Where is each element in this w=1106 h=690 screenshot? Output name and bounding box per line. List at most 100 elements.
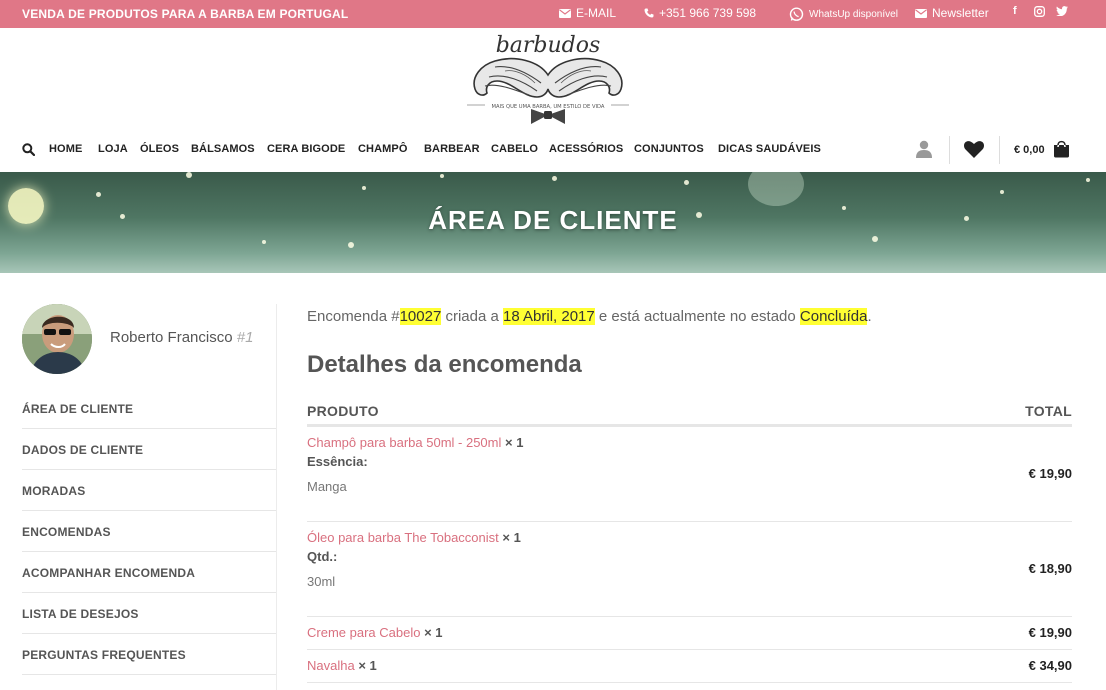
product-qty: × 1 bbox=[505, 435, 524, 450]
search-icon[interactable] bbox=[22, 143, 36, 161]
email-label: E-MAIL bbox=[576, 6, 617, 20]
product-total: € 19,90 bbox=[1028, 466, 1072, 481]
product-option-label: Qtd.: bbox=[307, 549, 338, 564]
sidebar-item-encomendas[interactable]: ENCOMENDAS bbox=[22, 511, 276, 552]
banner-dot bbox=[362, 186, 366, 190]
table-row: Navalha × 1 € 34,90 bbox=[307, 650, 1072, 683]
order-prefix: Encomenda # bbox=[307, 308, 400, 325]
instagram-icon[interactable] bbox=[1034, 6, 1045, 20]
tagline: VENDA DE PRODUTOS PARA A BARBA EM PORTUG… bbox=[22, 7, 349, 21]
product-link[interactable]: Creme para Cabelo bbox=[307, 625, 420, 640]
product-link[interactable]: Navalha bbox=[307, 658, 355, 673]
twitter-icon[interactable] bbox=[1056, 6, 1068, 19]
sidebar-item-area-cliente[interactable]: ÁREA DE CLIENTE bbox=[22, 388, 276, 429]
sidebar-item-acompanhar-encomenda[interactable]: ACOMPANHAR ENCOMENDA bbox=[22, 552, 276, 593]
banner-dot bbox=[96, 192, 101, 197]
nav-divider bbox=[999, 136, 1000, 164]
product-row: Champô para barba 50ml - 250ml × 1 bbox=[307, 435, 523, 450]
banner-dot bbox=[552, 176, 557, 181]
product-total: € 19,90 bbox=[1028, 625, 1072, 640]
product-qty: × 1 bbox=[502, 530, 521, 545]
page-banner: ÁREA DE CLIENTE bbox=[0, 172, 1106, 273]
phone-number: +351 966 739 598 bbox=[659, 6, 757, 20]
product-option-value: 30ml bbox=[307, 574, 336, 589]
user-display-name: Roberto Francisco bbox=[110, 329, 233, 346]
logo-slogan: MAIS QUE UMA BARBA, UM ESTILO DE VIDA bbox=[492, 104, 605, 110]
sidebar-item-dados-cliente[interactable]: DADOS DE CLIENTE bbox=[22, 429, 276, 470]
banner-dot bbox=[348, 242, 354, 248]
order-details-heading: Detalhes da encomenda bbox=[307, 351, 582, 378]
nav-item-conjuntos[interactable]: CONJUNTOS bbox=[634, 143, 704, 155]
user-name: Roberto Francisco #1 bbox=[110, 329, 253, 346]
main-nav: HOME LOJA ÓLEOS BÁLSAMOS CERA BIGODE CHA… bbox=[0, 128, 1106, 172]
logo-wordmark: barbudos bbox=[496, 33, 601, 58]
whatsapp-label: WhatsUp disponível bbox=[809, 9, 898, 20]
envelope-icon bbox=[915, 8, 927, 18]
banner-dot bbox=[440, 174, 444, 178]
product-total: € 18,90 bbox=[1028, 561, 1072, 576]
nav-divider bbox=[949, 136, 950, 164]
sidebar-divider bbox=[276, 304, 277, 690]
product-qty: × 1 bbox=[424, 625, 443, 640]
page-title: ÁREA DE CLIENTE bbox=[428, 205, 678, 235]
sidebar-item-perguntas-frequentes[interactable]: PERGUNTAS FREQUENTES bbox=[22, 634, 276, 675]
order-status: Concluída bbox=[799, 308, 868, 325]
order-status-text: e está actualmente no estado bbox=[594, 308, 800, 325]
banner-dot bbox=[262, 240, 266, 244]
account-sidebar: ÁREA DE CLIENTE DADOS DE CLIENTE MORADAS… bbox=[22, 388, 276, 675]
product-option-label: Essência: bbox=[307, 454, 368, 469]
nav-item-dicas-saudaveis[interactable]: DICAS SAUDÁVEIS bbox=[718, 143, 821, 155]
order-suffix: . bbox=[867, 308, 872, 325]
account-icon[interactable] bbox=[916, 140, 932, 163]
nav-item-cera-bigode[interactable]: CERA BIGODE bbox=[267, 143, 345, 155]
newsletter-label: Newsletter bbox=[932, 6, 989, 20]
table-row: Champô para barba 50ml - 250ml × 1 Essên… bbox=[307, 427, 1072, 522]
table-row: Óleo para barba The Tobacconist × 1 Qtd.… bbox=[307, 522, 1072, 617]
banner-light bbox=[748, 172, 804, 206]
banner-dot bbox=[684, 180, 689, 185]
table-row: Creme para Cabelo × 1 € 19,90 bbox=[307, 617, 1072, 650]
email-link[interactable]: E-MAIL bbox=[559, 6, 616, 20]
order-summary: Encomenda #10027 criada a 18 Abril, 2017… bbox=[307, 308, 872, 325]
product-qty: × 1 bbox=[358, 658, 377, 673]
site-logo[interactable]: barbudos MAIS QUE UMA BARBA, UM ESTILO D… bbox=[465, 31, 631, 125]
nav-item-balsamos[interactable]: BÁLSAMOS bbox=[191, 143, 255, 155]
banner-dot bbox=[1086, 178, 1090, 182]
product-link[interactable]: Champô para barba 50ml - 250ml bbox=[307, 435, 501, 450]
phone-link[interactable]: +351 966 739 598 bbox=[644, 6, 756, 20]
order-date: 18 Abril, 2017 bbox=[503, 308, 595, 325]
column-header-product: PRODUTO bbox=[307, 403, 379, 419]
order-table: PRODUTO TOTAL Champô para barba 50ml - 2… bbox=[307, 398, 1072, 683]
cart-bag-icon[interactable] bbox=[1053, 140, 1070, 163]
nav-item-loja[interactable]: LOJA bbox=[98, 143, 128, 155]
whatsapp-link[interactable]: WhatsUp disponível bbox=[789, 7, 898, 22]
banner-dot bbox=[872, 236, 878, 242]
newsletter-link[interactable]: Newsletter bbox=[915, 6, 989, 20]
sidebar-item-lista-desejos[interactable]: LISTA DE DESEJOS bbox=[22, 593, 276, 634]
whatsapp-icon bbox=[789, 7, 804, 21]
nav-item-home[interactable]: HOME bbox=[49, 143, 82, 155]
product-row: Navalha × 1 bbox=[307, 658, 377, 673]
sidebar-item-moradas[interactable]: MORADAS bbox=[22, 470, 276, 511]
wishlist-heart-icon[interactable] bbox=[964, 141, 984, 163]
nav-item-acessorios[interactable]: ACESSÓRIOS bbox=[549, 143, 623, 155]
product-row: Creme para Cabelo × 1 bbox=[307, 625, 443, 640]
banner-dot bbox=[1000, 190, 1004, 194]
product-option-value: Manga bbox=[307, 479, 347, 494]
facebook-icon[interactable]: f bbox=[1013, 5, 1017, 17]
product-total: € 34,90 bbox=[1028, 658, 1072, 673]
nav-item-oleos[interactable]: ÓLEOS bbox=[140, 143, 179, 155]
order-created-text: criada a bbox=[441, 308, 503, 325]
order-number: 10027 bbox=[399, 308, 442, 325]
cart-total[interactable]: € 0,00 bbox=[1014, 144, 1045, 156]
nav-item-cabelo[interactable]: CABELO bbox=[491, 143, 538, 155]
product-link[interactable]: Óleo para barba The Tobacconist bbox=[307, 530, 499, 545]
nav-item-champo[interactable]: CHAMPÔ bbox=[358, 143, 408, 155]
nav-item-barbear[interactable]: BARBEAR bbox=[424, 143, 480, 155]
phone-icon bbox=[644, 8, 654, 18]
column-header-total: TOTAL bbox=[1025, 403, 1072, 419]
user-id: #1 bbox=[236, 329, 254, 346]
product-row: Óleo para barba The Tobacconist × 1 bbox=[307, 530, 521, 545]
avatar bbox=[22, 304, 92, 374]
top-bar: VENDA DE PRODUTOS PARA A BARBA EM PORTUG… bbox=[0, 0, 1106, 28]
